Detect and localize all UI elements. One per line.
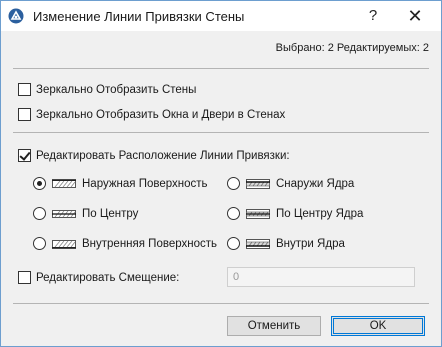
dialog-window: Изменение Линии Привязки Стены ? ✕ Выбра… — [0, 0, 442, 347]
wall-interior-face-icon — [52, 239, 76, 249]
radio-button[interactable] — [227, 237, 240, 250]
mirror-walls-label: Зеркально Отобразить Стены — [36, 83, 197, 96]
mirror-openings-checkbox[interactable] — [18, 108, 31, 121]
edit-offset-checkbox[interactable] — [18, 271, 31, 284]
radio-core-center[interactable]: По Центру Ядра — [227, 207, 363, 220]
radio-label: По Центру — [82, 207, 139, 220]
radio-button[interactable] — [227, 177, 240, 190]
radio-button[interactable] — [227, 207, 240, 220]
focus-ring — [333, 318, 423, 334]
divider — [13, 303, 429, 304]
close-button[interactable]: ✕ — [395, 1, 435, 31]
edit-offset-option[interactable]: Редактировать Смещение: — [18, 271, 179, 284]
radio-button[interactable] — [33, 177, 46, 190]
core-center-icon — [246, 208, 270, 219]
wall-center-icon — [52, 209, 76, 218]
radio-button[interactable] — [33, 207, 46, 220]
radio-label: По Центру Ядра — [276, 207, 364, 220]
divider — [13, 132, 429, 133]
mirror-walls-option[interactable]: Зеркально Отобразить Стены — [18, 83, 196, 96]
radio-core-interior[interactable]: Внутри Ядра — [227, 237, 345, 250]
app-icon — [8, 8, 24, 24]
wall-exterior-face-icon — [52, 178, 76, 188]
edit-reference-line-checkbox[interactable] — [18, 149, 31, 162]
edit-offset-label: Редактировать Смещение: — [36, 271, 180, 284]
radio-core-exterior[interactable]: Снаружи Ядра — [227, 177, 354, 190]
radio-label: Наружная Поверхность — [82, 177, 208, 190]
edit-reference-line-label: Редактировать Расположение Линии Привязк… — [36, 149, 290, 162]
radio-center[interactable]: По Центру — [33, 207, 138, 220]
title-bar[interactable]: Изменение Линии Привязки Стены ? ✕ — [1, 1, 441, 31]
mirror-openings-label: Зеркально Отобразить Окна и Двери в Стен… — [36, 108, 286, 121]
dialog-content: Выбрано: 2 Редактируемых: 2 Зеркально От… — [1, 32, 441, 346]
ok-button[interactable]: OK — [331, 316, 425, 336]
edit-reference-line-option[interactable]: Редактировать Расположение Линии Привязк… — [18, 149, 290, 162]
radio-label: Внутренняя Поверхность — [82, 237, 217, 250]
offset-input[interactable]: 0 — [227, 267, 415, 287]
radio-interior-face[interactable]: Внутренняя Поверхность — [33, 237, 217, 250]
mirror-openings-option[interactable]: Зеркально Отобразить Окна и Двери в Стен… — [18, 108, 285, 121]
selection-info: Выбрано: 2 Редактируемых: 2 — [275, 42, 429, 54]
core-interior-icon — [246, 238, 270, 249]
core-exterior-icon — [246, 178, 270, 189]
mirror-walls-checkbox[interactable] — [18, 83, 31, 96]
radio-button[interactable] — [33, 237, 46, 250]
radio-label: Снаружи Ядра — [276, 177, 355, 190]
divider — [13, 68, 429, 69]
window-title: Изменение Линии Привязки Стены — [33, 9, 245, 24]
cancel-button[interactable]: Отменить — [227, 316, 321, 336]
help-button[interactable]: ? — [353, 1, 393, 31]
radio-exterior-face[interactable]: Наружная Поверхность — [33, 177, 208, 190]
radio-label: Внутри Ядра — [276, 237, 345, 250]
